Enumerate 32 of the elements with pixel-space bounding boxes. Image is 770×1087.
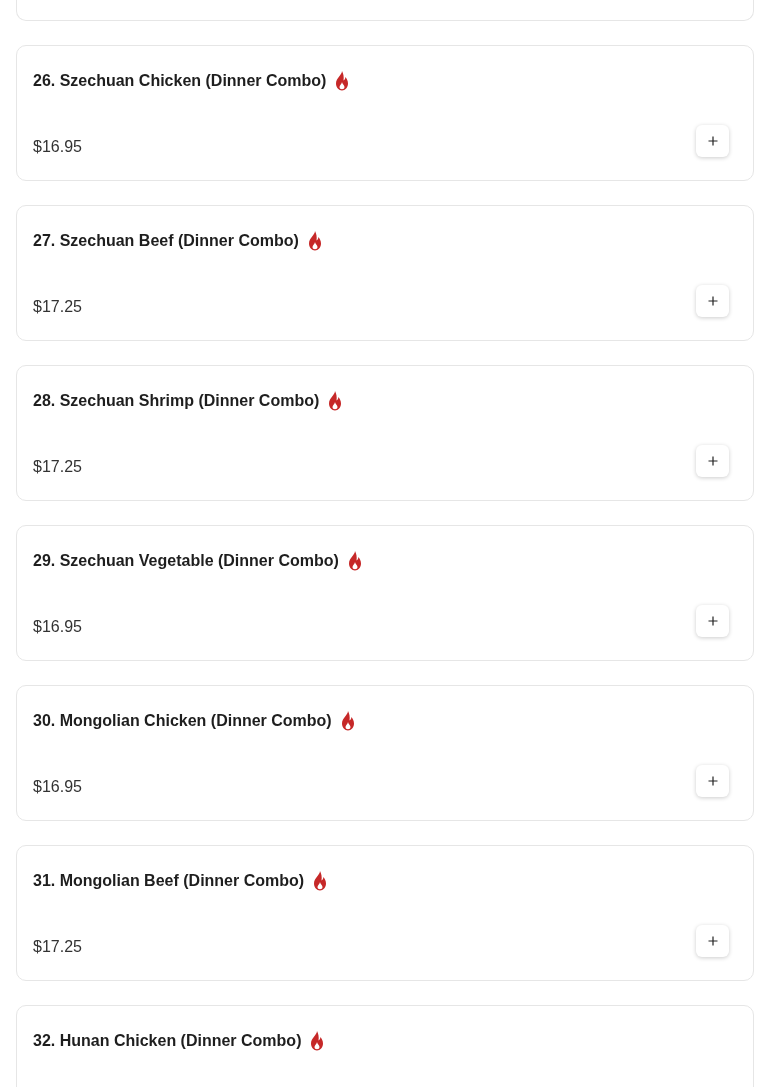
plus-icon [707, 776, 718, 786]
item-name: 31. Mongolian Beef (Dinner Combo) [33, 872, 305, 890]
item-price: $16.95 [33, 617, 82, 637]
menu-item-card[interactable]: 31. Mongolian Beef (Dinner Combo) $17.25 [16, 845, 754, 981]
item-price: $17.25 [33, 457, 82, 477]
menu-item-card[interactable]: 29. Szechuan Vegetable (Dinner Combo) $16.95 [16, 525, 754, 661]
menu-item-card[interactable]: 27. Szechuan Beef (Dinner Combo) $17.25 [16, 205, 754, 341]
item-price: $16.95 [33, 137, 82, 157]
item-name: 30. Mongolian Chicken (Dinner Combo) [33, 712, 332, 730]
item-name: 27. Szechuan Beef (Dinner Combo) [33, 232, 299, 250]
plus-icon [707, 616, 718, 626]
item-name: 32. Hunan Chicken (Dinner Combo) [33, 1032, 302, 1050]
add-button[interactable] [696, 765, 729, 797]
add-button[interactable] [696, 445, 729, 477]
item-name: 26. Szechuan Chicken (Dinner Combo) [33, 72, 327, 90]
item-price: $17.25 [33, 297, 82, 317]
menu-item-card[interactable]: 28. Szechuan Shrimp (Dinner Combo) $17.25 [16, 365, 754, 501]
item-name: 28. Szechuan Shrimp (Dinner Combo) [33, 392, 320, 410]
add-button[interactable] [696, 285, 729, 317]
menu-item-card[interactable]: 32. Hunan Chicken (Dinner Combo) [16, 1005, 754, 1087]
menu-item-card[interactable]: 26. Szechuan Chicken (Dinner Combo) $16.95 [16, 45, 754, 181]
item-price: $16.95 [33, 777, 82, 797]
item-price: $17.25 [33, 937, 82, 957]
plus-icon [707, 456, 718, 466]
plus-icon [707, 136, 718, 146]
plus-icon [707, 296, 718, 306]
plus-icon [707, 936, 718, 946]
add-button[interactable] [696, 605, 729, 637]
item-name: 29. Szechuan Vegetable (Dinner Combo) [33, 552, 339, 570]
add-button[interactable] [696, 925, 729, 957]
add-button[interactable] [696, 125, 729, 157]
menu-item-card[interactable]: 30. Mongolian Chicken (Dinner Combo) $16.95 [16, 685, 754, 821]
